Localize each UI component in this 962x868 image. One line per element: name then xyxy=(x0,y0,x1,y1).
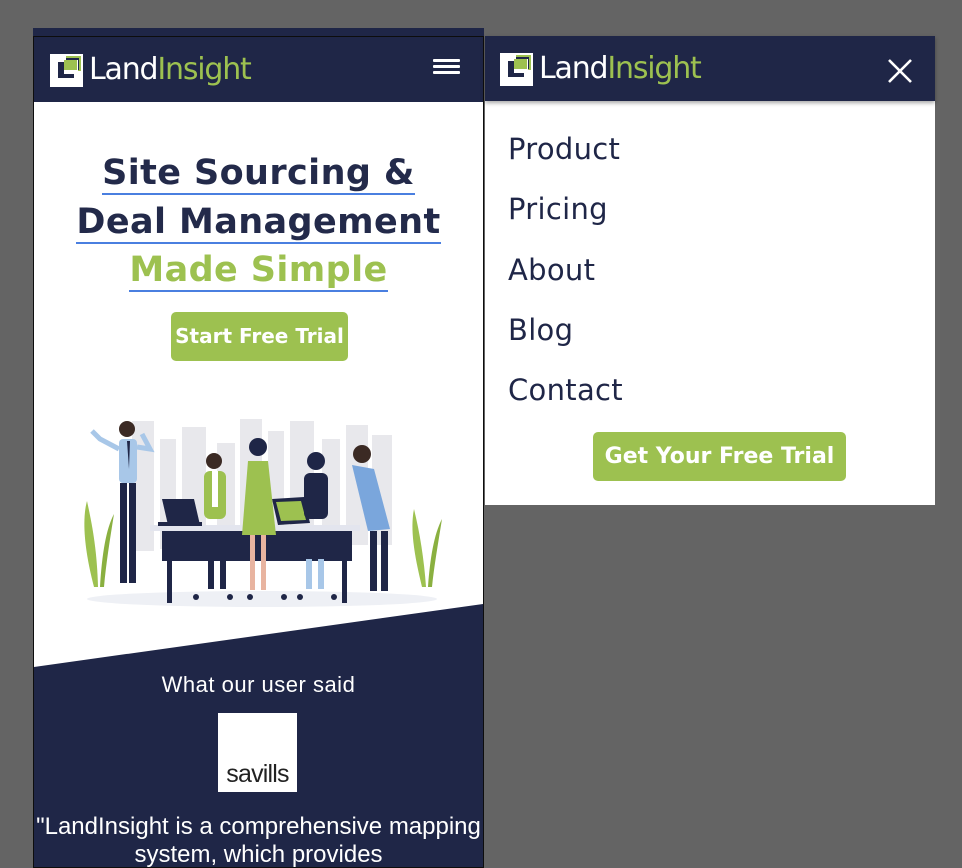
start-free-trial-button[interactable]: Start Free Trial xyxy=(171,312,348,361)
menu-item-blog[interactable]: Blog xyxy=(508,313,573,347)
menu-item-pricing[interactable]: Pricing xyxy=(508,192,608,226)
landinsight-logo-icon xyxy=(500,52,533,86)
hamburger-icon[interactable] xyxy=(433,59,460,80)
close-icon[interactable] xyxy=(886,57,914,85)
mobile-page: LandInsight Site Sourcing & Deal Managem… xyxy=(33,36,484,868)
logo-insight-text: Insight xyxy=(607,51,701,86)
hero-line-3: Made Simple xyxy=(129,250,388,292)
hero-headline: Site Sourcing & Deal Management Made Sim… xyxy=(34,149,483,295)
savills-logo: savills xyxy=(218,713,297,792)
landinsight-logo-icon xyxy=(50,53,83,87)
get-free-trial-button[interactable]: Get Your Free Trial xyxy=(593,432,846,481)
team-meeting-illustration xyxy=(84,419,442,607)
hero-line-1: Site Sourcing & xyxy=(102,153,415,195)
header: LandInsight xyxy=(34,37,483,102)
menu-logo[interactable]: LandInsight xyxy=(500,51,702,87)
hero-line-2: Deal Management xyxy=(76,201,441,244)
top-strip xyxy=(33,28,484,36)
logo-land-text: Land xyxy=(89,52,159,87)
menu-item-contact[interactable]: Contact xyxy=(508,373,623,407)
menu-item-about[interactable]: About xyxy=(508,253,595,287)
menu-header: LandInsight xyxy=(485,36,935,101)
menu-item-product[interactable]: Product xyxy=(508,132,620,166)
testimonial-heading: What our user said xyxy=(161,672,356,697)
mobile-menu-panel: LandInsight Product Pricing About Blog C… xyxy=(485,36,935,505)
logo-land-text: Land xyxy=(539,51,609,86)
logo-insight-text: Insight xyxy=(157,52,251,87)
savills-logo-text: savills xyxy=(226,760,289,788)
logo[interactable]: LandInsight xyxy=(50,52,252,88)
